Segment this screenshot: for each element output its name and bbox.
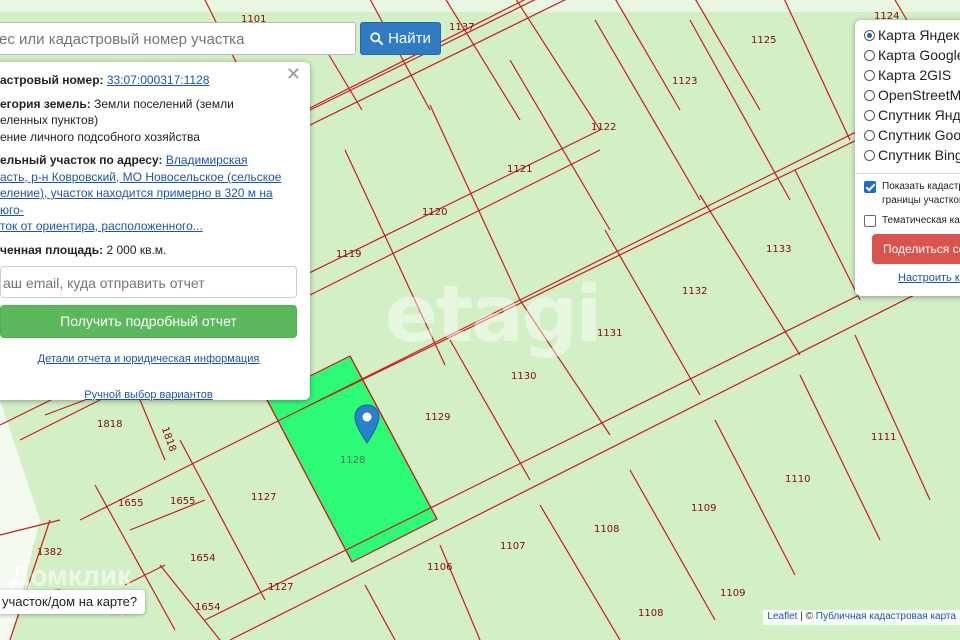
layer-option-yandex-satellite[interactable]: Спутник Яндекс xyxy=(864,105,960,125)
layer-option-google-map[interactable]: Карта Google xyxy=(864,45,960,65)
svg-text:1125: 1125 xyxy=(751,35,776,46)
svg-text:1107: 1107 xyxy=(500,541,525,552)
area-row: ченная площадь: 2 000 кв.м. xyxy=(0,242,296,259)
svg-text:1110: 1110 xyxy=(785,474,810,485)
find-button-label: Найти xyxy=(388,30,431,47)
layer-option-yandex-map[interactable]: Карта Яндекс xyxy=(864,25,960,45)
address-link-4[interactable]: ток от ориентира, расположенного... xyxy=(0,219,203,233)
land-category-label: егория земель: xyxy=(0,96,91,111)
address-row: ельный участок по адресу: Владимирская а… xyxy=(0,152,296,235)
layer-label: Карта 2GIS xyxy=(878,67,952,83)
cadastral-number-label: астровый номер: xyxy=(0,73,104,87)
svg-text:1111: 1111 xyxy=(871,432,896,443)
svg-text:1137: 1137 xyxy=(449,22,474,33)
search-field[interactable] xyxy=(0,23,357,56)
thematic-map-toggle[interactable]: Тематическая карта xyxy=(864,214,960,228)
area-label: ченная площадь: xyxy=(0,242,104,257)
radio-icon[interactable] xyxy=(864,49,875,61)
svg-text:1108: 1108 xyxy=(594,524,619,535)
svg-text:1130: 1130 xyxy=(511,371,536,382)
svg-text:1127: 1127 xyxy=(268,582,293,593)
svg-text:1131: 1131 xyxy=(597,328,622,339)
svg-text:1121: 1121 xyxy=(507,164,532,175)
search-icon xyxy=(370,32,384,45)
radio-icon[interactable] xyxy=(864,129,875,141)
cadastral-number-link[interactable]: 33:07:000317:1128 xyxy=(107,73,210,87)
svg-text:1655: 1655 xyxy=(118,498,143,509)
address-link[interactable]: Владимирская xyxy=(166,153,248,167)
svg-text:1382: 1382 xyxy=(37,547,62,558)
leaflet-link[interactable]: Leaflet xyxy=(767,611,797,622)
address-label: ельный участок по адресу: xyxy=(0,153,163,167)
radio-icon[interactable] xyxy=(864,89,875,101)
area-value: 2 000 кв.м. xyxy=(106,242,167,257)
layer-option-2gis-map[interactable]: Карта 2GIS xyxy=(864,65,960,85)
find-button[interactable]: Найти xyxy=(360,22,441,55)
search-input[interactable] xyxy=(0,22,357,56)
layer-label: Спутник Google xyxy=(878,127,960,143)
map-attribution: Leaflet | © Публичная кадастровая карта xyxy=(763,610,960,625)
close-icon[interactable]: ✕ xyxy=(286,65,301,82)
svg-text:1655: 1655 xyxy=(170,496,195,507)
cadastral-number-row: астровый номер: 33:07:000317:1128 xyxy=(0,72,296,89)
land-category-value: Земли поселений (земли xyxy=(94,96,234,111)
layer-option-osm[interactable]: OpenStreetMap xyxy=(864,85,960,105)
layer-label: Карта Яндекс xyxy=(878,27,960,43)
address-link-2[interactable]: асть, р-н Ковровский, МО Новосельское (с… xyxy=(0,170,281,184)
svg-text:1818: 1818 xyxy=(97,419,122,430)
radio-icon[interactable] xyxy=(864,69,875,81)
land-category-value-2: еленных пунктов) xyxy=(0,113,99,127)
share-link-button[interactable]: Поделиться ссылкой xyxy=(872,234,960,264)
svg-text:1108: 1108 xyxy=(638,608,663,619)
parcel-info-popup: ✕ астровый номер: 33:07:000317:1128 егор… xyxy=(0,62,310,401)
layer-option-bing-satellite[interactable]: Спутник Bing xyxy=(864,145,960,165)
svg-text:1106: 1106 xyxy=(427,562,452,573)
svg-text:1109: 1109 xyxy=(720,588,745,599)
layer-switcher: Карта Яндекс Карта Google Карта 2GIS Ope… xyxy=(855,20,960,296)
svg-text:1123: 1123 xyxy=(672,76,697,87)
layer-label: OpenStreetMap xyxy=(878,87,960,103)
thematic-map-label: Тематическая карта xyxy=(882,215,960,226)
layer-label: Карта Google xyxy=(878,47,960,63)
svg-text:1109: 1109 xyxy=(691,503,716,514)
layer-option-google-satellite[interactable]: Спутник Google xyxy=(864,125,960,145)
manual-select-row: Ручной выбор вариантов xyxy=(0,387,297,404)
svg-text:1129: 1129 xyxy=(425,412,450,423)
layer-label: Спутник Яндекс xyxy=(878,107,960,123)
configure-map-link[interactable]: Настроить карту xyxy=(898,272,960,284)
pkk-link[interactable]: Публичная кадастровая карта xyxy=(816,611,956,622)
svg-text:1133: 1133 xyxy=(766,244,791,255)
show-borders-toggle[interactable]: Показать кадастровыеграницы участков xyxy=(864,180,960,208)
etagi-watermark: etagi xyxy=(385,270,602,360)
domclick-watermark: Домклик xyxy=(10,560,132,591)
land-category-row: егория земель: Земли поселений (земли ел… xyxy=(0,96,296,146)
attribution-separator: | © xyxy=(797,611,816,622)
email-input[interactable] xyxy=(1,274,300,292)
address-link-3[interactable]: еление), участок находится примерно в 32… xyxy=(0,186,273,217)
radio-icon[interactable] xyxy=(864,109,875,121)
show-borders-label: Показать кадастровыеграницы участков xyxy=(882,181,960,206)
land-usage: ение личного подсобного хозяйства xyxy=(0,129,200,144)
report-details-link[interactable]: Детали отчета и юридическая информация xyxy=(38,353,260,365)
svg-text:1654: 1654 xyxy=(190,553,215,564)
svg-text:1119: 1119 xyxy=(336,249,361,260)
radio-icon[interactable] xyxy=(864,29,875,41)
svg-text:1128: 1128 xyxy=(340,455,365,466)
layer-label: Спутник Bing xyxy=(878,147,960,163)
layer-divider xyxy=(855,173,960,174)
checkbox-icon[interactable] xyxy=(864,215,876,227)
get-report-button[interactable]: Получить подробный отчет xyxy=(0,305,297,338)
svg-text:1654: 1654 xyxy=(195,602,220,613)
manual-select-link[interactable]: Ручной выбор вариантов xyxy=(84,389,212,401)
report-details-row: Детали отчета и юридическая информация xyxy=(0,351,297,368)
svg-text:1132: 1132 xyxy=(682,286,707,297)
find-on-map-hint[interactable]: участок/дом на карте? xyxy=(0,590,146,614)
radio-icon[interactable] xyxy=(864,149,875,161)
checkbox-checked-icon[interactable] xyxy=(864,181,876,193)
svg-text:1127: 1127 xyxy=(251,492,276,503)
svg-text:1120: 1120 xyxy=(422,207,447,218)
svg-text:1122: 1122 xyxy=(591,122,616,133)
email-input-wrapper[interactable] xyxy=(0,266,300,298)
